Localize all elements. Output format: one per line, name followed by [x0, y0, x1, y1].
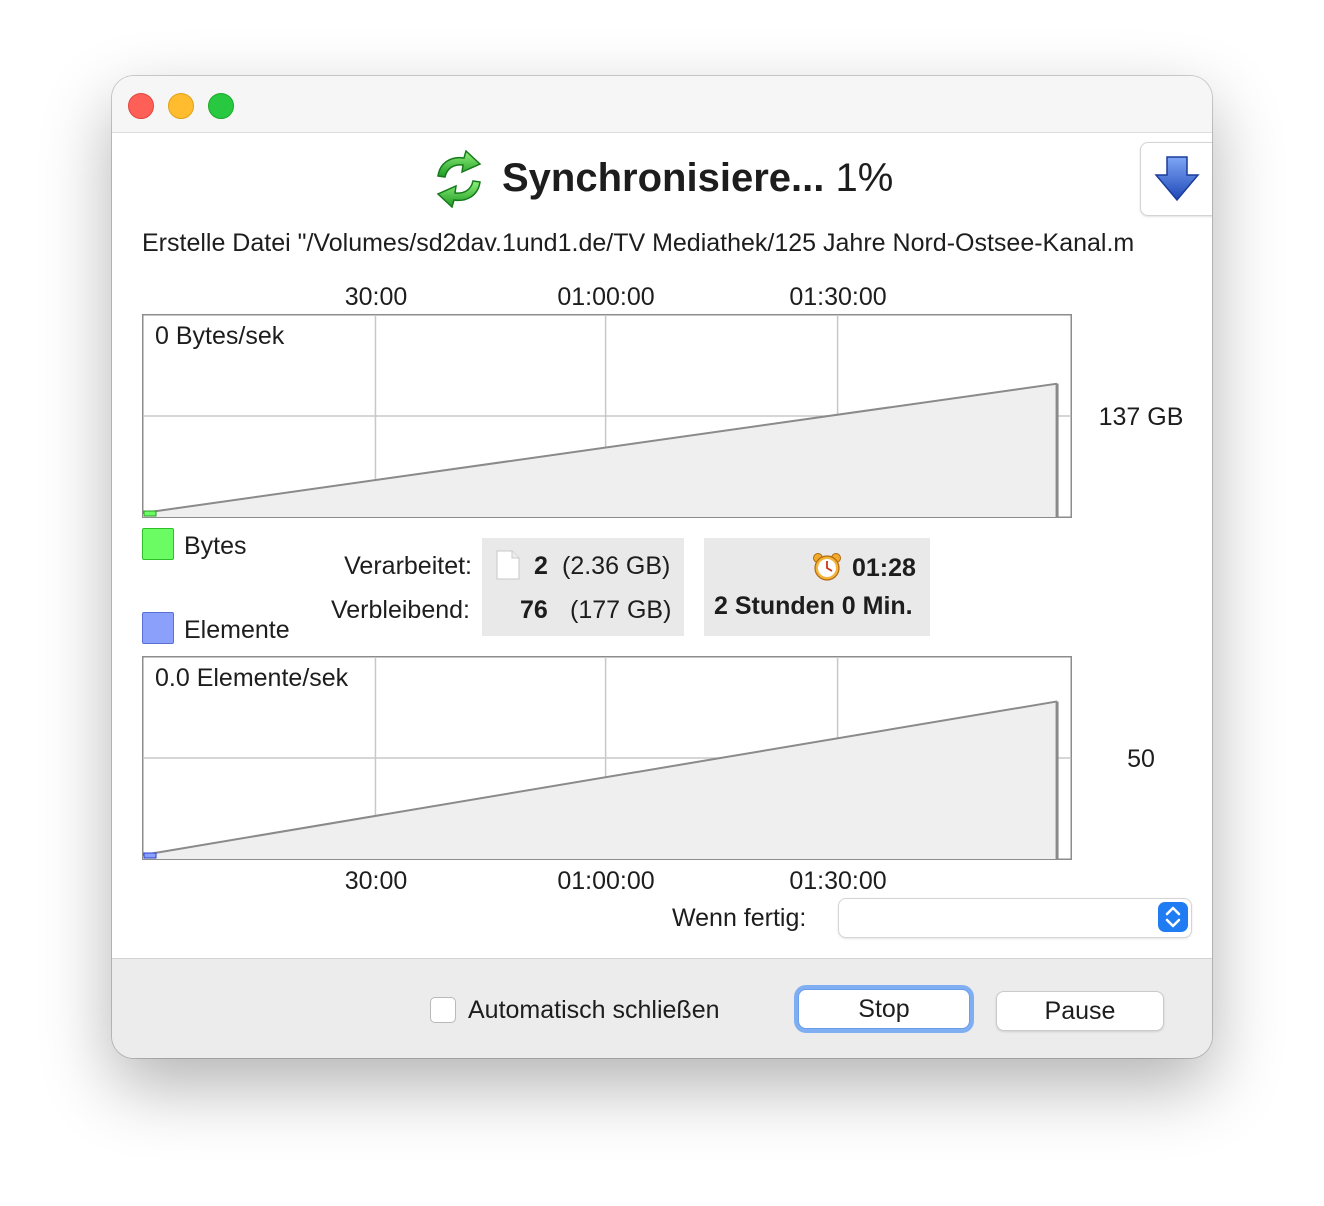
zoom-window-button[interactable]: [208, 93, 234, 119]
sync-percent: 1%: [835, 156, 894, 200]
bytes-progress-marker: [143, 510, 157, 517]
bytes-max-label: 137 GB: [1098, 403, 1184, 431]
download-arrow-icon: [1154, 156, 1200, 202]
pause-button[interactable]: Pause: [996, 991, 1164, 1031]
progress-header: Synchronisiere... 1%: [112, 146, 1212, 212]
items-rate-label: 0.0 Elemente/sek: [155, 664, 349, 692]
items-legend-swatch: [142, 612, 174, 644]
auto-close-checkbox[interactable]: [430, 997, 456, 1023]
remaining-count: 76: [520, 596, 548, 624]
document-icon: [496, 550, 520, 580]
top-axis-tick: 01:00:00: [557, 283, 655, 311]
chevron-updown-icon: [1158, 902, 1188, 932]
items-legend-label: Elemente: [184, 616, 290, 644]
footer-bar: Automatisch schließen Stop Pause: [112, 958, 1212, 1058]
sync-progress-window: Synchronisiere... 1% Erstelle Datei "/Vo…: [112, 76, 1212, 1058]
current-operation-text: Erstelle Datei "/Volumes/sd2dav.1und1.de…: [142, 229, 1135, 257]
top-axis-tick: 01:30:00: [789, 283, 887, 311]
time-panel: 01:28 2 Stunden 0 Min.: [704, 538, 930, 636]
when-done-select[interactable]: [838, 898, 1192, 938]
remaining-time: 2 Stunden 0 Min.: [714, 592, 913, 620]
title-bar: [112, 76, 1212, 133]
page-title: Synchronisiere... 1%: [502, 155, 893, 201]
bytes-legend-label: Bytes: [184, 532, 247, 560]
when-done-label: Wenn fertig:: [672, 904, 807, 932]
download-toggle-button[interactable]: [1140, 142, 1212, 216]
auto-close-label[interactable]: Automatisch schließen: [468, 994, 720, 1026]
close-window-button[interactable]: [128, 93, 154, 119]
processed-label: Verarbeitet:: [344, 552, 472, 580]
sync-action-label: Synchronisiere...: [502, 156, 825, 200]
items-max-label: 50: [1127, 745, 1155, 773]
sync-arrows-icon: [436, 150, 482, 208]
processed-count: 2: [534, 552, 548, 580]
bottom-axis-tick: 30:00: [344, 867, 408, 895]
top-axis-tick: 30:00: [344, 283, 408, 311]
counts-panel: 2 (2.36 GB) 76 (177 GB): [482, 538, 684, 636]
bytes-rate-label: 0 Bytes/sek: [155, 322, 285, 350]
items-progress-marker: [143, 852, 157, 859]
bottom-axis-tick: 01:00:00: [557, 867, 655, 895]
remaining-size: (177 GB): [570, 596, 672, 624]
processed-size: (2.36 GB): [562, 552, 671, 580]
bytes-legend-swatch: [142, 528, 174, 560]
elapsed-time: 01:28: [852, 554, 916, 582]
remaining-label: Verbleibend:: [330, 596, 470, 624]
items-chart: 0.0 Elemente/sek: [142, 656, 1072, 860]
minimize-window-button[interactable]: [168, 93, 194, 119]
bottom-axis-tick: 01:30:00: [789, 867, 887, 895]
stop-button[interactable]: Stop: [798, 989, 970, 1029]
bytes-chart: 0 Bytes/sek: [142, 314, 1072, 518]
alarm-clock-icon: [813, 553, 841, 581]
